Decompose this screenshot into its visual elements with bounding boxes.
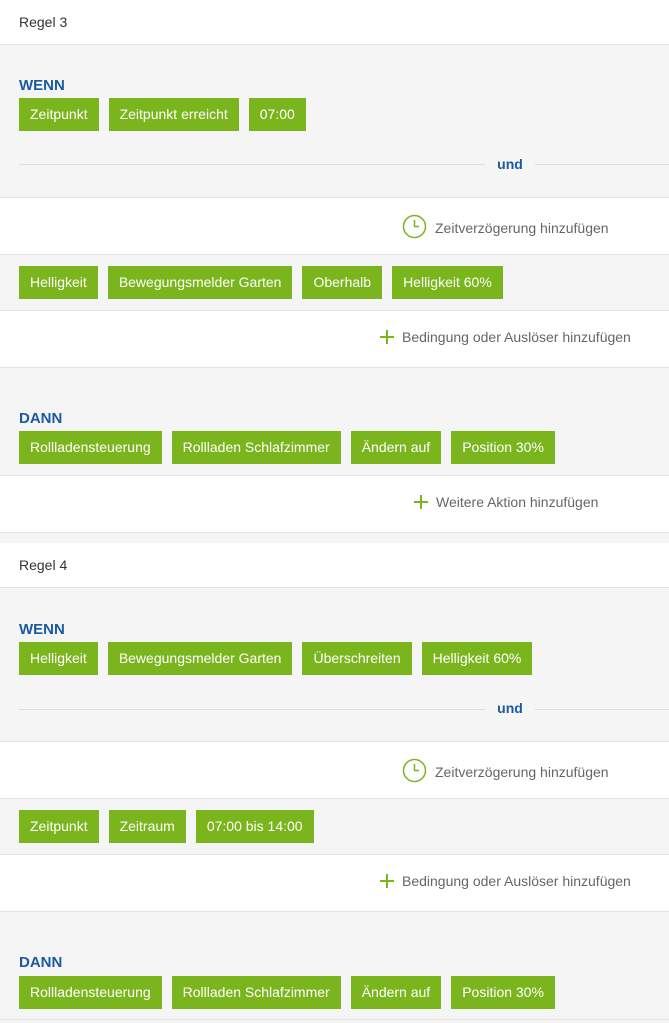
add-delay-label: Zeitverzögerung hinzufügen <box>435 764 609 780</box>
add-condition-band: Bedingung oder Auslöser hinzufügen <box>0 854 669 912</box>
add-delay-link[interactable]: Zeitverzögerung hinzufügen <box>402 214 609 242</box>
then-label: DANN <box>19 954 63 971</box>
action-chip[interactable]: Rollladensteuerung <box>19 431 162 464</box>
clock-icon <box>402 758 427 786</box>
delay-band: Zeitverzögerung hinzufügen <box>0 197 669 255</box>
plus-icon <box>414 495 428 509</box>
plus-icon <box>380 330 394 344</box>
action-chip[interactable]: Position 30% <box>451 431 555 464</box>
action-chip[interactable]: Rollladen Schlafzimmer <box>171 976 341 1009</box>
divider <box>19 164 669 165</box>
add-condition-band: Bedingung oder Auslöser hinzufügen <box>0 310 669 368</box>
and-label: und <box>485 156 535 172</box>
condition-chip[interactable]: Helligkeit 60% <box>392 266 503 299</box>
condition-chip[interactable]: Bewegungsmelder Garten <box>107 266 293 299</box>
add-action-label: Weitere Aktion hinzufügen <box>436 494 599 510</box>
rule-4-header[interactable]: Regel 4 <box>0 543 669 588</box>
action-chip[interactable]: Ändern auf <box>350 431 442 464</box>
trigger-chip[interactable]: Helligkeit 60% <box>421 642 533 675</box>
if-label: WENN <box>19 621 65 638</box>
condition-chip[interactable]: Helligkeit <box>19 266 98 299</box>
add-delay-label: Zeitverzögerung hinzufügen <box>435 220 609 236</box>
rule-3-header[interactable]: Regel 3 <box>0 0 669 45</box>
action-chip[interactable]: Rollladen Schlafzimmer <box>171 431 341 464</box>
action-chip-row: Rollladensteuerung Rollladen Schlafzimme… <box>19 431 555 464</box>
add-condition-label: Bedingung oder Auslöser hinzufügen <box>402 873 631 889</box>
then-label: DANN <box>19 410 63 427</box>
plus-icon <box>380 874 394 888</box>
trigger-chip[interactable]: Zeitpunkt erreicht <box>108 98 239 131</box>
add-action-band: Weitere Aktion hinzufügen <box>0 475 669 533</box>
trigger-chip-row: Zeitpunkt Zeitpunkt erreicht 07:00 <box>19 98 306 131</box>
add-delay-link[interactable]: Zeitverzögerung hinzufügen <box>402 758 609 786</box>
condition-chip-row: Zeitpunkt Zeitraum 07:00 bis 14:00 <box>19 810 314 843</box>
trigger-chip[interactable]: 07:00 <box>248 98 306 131</box>
condition-chip[interactable]: Zeitraum <box>108 810 186 843</box>
trigger-chip[interactable]: Helligkeit <box>19 642 98 675</box>
if-label: WENN <box>19 77 65 94</box>
rule-title: Regel 4 <box>19 557 68 573</box>
add-condition-label: Bedingung oder Auslöser hinzufügen <box>402 329 631 345</box>
add-condition-link[interactable]: Bedingung oder Auslöser hinzufügen <box>380 873 631 889</box>
condition-band: Helligkeit Bewegungsmelder Garten Oberha… <box>0 255 669 310</box>
action-chip[interactable]: Position 30% <box>451 976 555 1009</box>
add-action-link[interactable]: Weitere Aktion hinzufügen <box>414 494 598 510</box>
condition-chip-row: Helligkeit Bewegungsmelder Garten Oberha… <box>19 266 503 299</box>
add-condition-link[interactable]: Bedingung oder Auslöser hinzufügen <box>380 329 631 345</box>
trigger-chip[interactable]: Bewegungsmelder Garten <box>107 642 293 675</box>
and-label: und <box>485 700 535 716</box>
action-chip-row: Rollladensteuerung Rollladen Schlafzimme… <box>19 976 555 1009</box>
condition-chip[interactable]: Zeitpunkt <box>19 810 99 843</box>
rule-title: Regel 3 <box>19 14 68 30</box>
delay-band: Zeitverzögerung hinzufügen <box>0 741 669 799</box>
trigger-chip-row: Helligkeit Bewegungsmelder Garten Übersc… <box>19 642 533 675</box>
action-chip[interactable]: Ändern auf <box>350 976 442 1009</box>
condition-chip[interactable]: 07:00 bis 14:00 <box>195 810 314 843</box>
condition-chip[interactable]: Oberhalb <box>302 266 383 299</box>
divider <box>0 1019 669 1020</box>
clock-icon <box>402 214 427 242</box>
action-chip[interactable]: Rollladensteuerung <box>19 976 162 1009</box>
divider <box>19 709 669 710</box>
condition-band: Zeitpunkt Zeitraum 07:00 bis 14:00 <box>0 799 669 854</box>
trigger-chip[interactable]: Zeitpunkt <box>19 98 99 131</box>
trigger-chip[interactable]: Überschreiten <box>302 642 412 675</box>
